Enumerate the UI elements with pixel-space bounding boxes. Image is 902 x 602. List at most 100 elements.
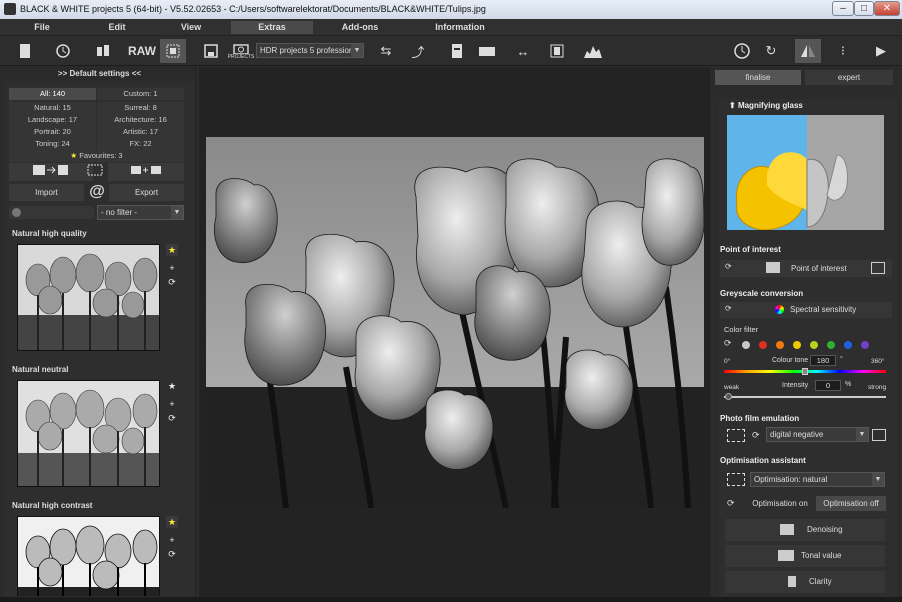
tone-input[interactable]: 180 xyxy=(810,355,836,366)
favourite-star-icon[interactable]: ★ xyxy=(166,244,178,256)
presentation-icon[interactable] xyxy=(476,39,498,63)
redo-icon[interactable]: ↻ xyxy=(760,39,782,63)
batch-icon[interactable] xyxy=(92,39,114,63)
reset-icon[interactable]: ⟳ xyxy=(725,304,732,313)
color-filter-swatch[interactable] xyxy=(793,341,801,349)
count-custom[interactable]: Custom: 1 xyxy=(97,88,184,100)
film-select[interactable]: digital negative ▼ xyxy=(766,427,869,442)
history-icon[interactable] xyxy=(52,39,74,63)
add-icon[interactable]: + xyxy=(166,534,178,546)
optimisation-on-button[interactable]: Optimisation on xyxy=(749,497,811,511)
add-icon[interactable]: + xyxy=(166,262,178,274)
spectral-row: ⟳ Spectral sensitivity xyxy=(720,302,892,318)
favourite-star-icon[interactable]: ★ xyxy=(166,516,178,528)
optimisation-off-button[interactable]: Optimisation off xyxy=(816,496,886,511)
frame-icon[interactable] xyxy=(766,262,780,273)
count-artistic[interactable]: Artistic: 17 xyxy=(97,126,184,138)
intensity-slider-track[interactable] xyxy=(724,396,886,398)
save-icon[interactable] xyxy=(200,39,222,63)
menu-addons[interactable]: Add-ons xyxy=(334,21,386,34)
refresh-icon[interactable]: ⟳ xyxy=(166,548,178,560)
filter-select[interactable]: - no filter - ▼ xyxy=(97,205,184,220)
settings-clock-icon[interactable] xyxy=(730,39,754,63)
preset-thumbnail[interactable] xyxy=(17,380,160,487)
target-icon[interactable] xyxy=(871,262,885,274)
tonal-value-button[interactable]: Tonal value xyxy=(725,545,885,567)
fullscreen-icon[interactable]: ▶ xyxy=(870,39,892,63)
color-filter-swatch[interactable] xyxy=(810,341,818,349)
search-input[interactable] xyxy=(9,206,94,219)
intensity-slider-thumb[interactable] xyxy=(725,393,732,400)
add-icon[interactable]: + xyxy=(166,398,178,410)
film-value: digital negative xyxy=(770,430,824,439)
color-filter-swatch[interactable] xyxy=(861,341,869,349)
tab-expert[interactable]: expert xyxy=(805,70,893,85)
star-icon: ★ xyxy=(70,151,78,160)
bracket-series-icon[interactable] xyxy=(160,39,186,63)
resize-icon[interactable]: ↔ xyxy=(512,39,534,63)
point-of-interest-label[interactable]: Point of interest xyxy=(791,264,847,273)
compare-icon[interactable] xyxy=(546,39,568,63)
count-all[interactable]: All: 140 xyxy=(9,88,96,100)
count-portrait[interactable]: Portrait: 20 xyxy=(9,126,96,138)
import-button[interactable]: Import xyxy=(9,184,84,201)
maximize-button[interactable]: □ xyxy=(854,1,874,16)
import-preset-icon[interactable] xyxy=(9,163,93,181)
color-filter-swatch[interactable] xyxy=(827,341,835,349)
color-filter-swatch[interactable] xyxy=(759,341,767,349)
default-settings-header[interactable]: >> Default settings << xyxy=(4,67,195,81)
color-filter-swatch[interactable] xyxy=(776,341,784,349)
count-fx[interactable]: FX: 22 xyxy=(97,138,184,150)
denoising-button[interactable]: Denoising xyxy=(725,519,885,541)
menu-view[interactable]: View xyxy=(174,21,208,34)
count-favourites[interactable]: ★ Favourites: 3 xyxy=(9,150,184,162)
refresh-icon[interactable]: ⟳ xyxy=(166,276,178,288)
email-at-button[interactable]: @ xyxy=(86,182,108,202)
optimisation-grid-icon[interactable] xyxy=(727,473,745,486)
close-button[interactable]: ✕ xyxy=(874,1,900,16)
new-file-icon[interactable] xyxy=(14,39,36,63)
export-button[interactable]: Export xyxy=(109,184,184,201)
film-info-icon[interactable] xyxy=(872,429,886,441)
spectral-label[interactable]: Spectral sensitivity xyxy=(790,305,856,314)
optimisation-select[interactable]: Optimisation: natural ▼ xyxy=(750,472,885,487)
print-icon[interactable] xyxy=(446,39,468,63)
raw-button[interactable]: RAW xyxy=(128,39,156,63)
main-photo[interactable] xyxy=(206,137,704,508)
menu-information[interactable]: Information xyxy=(430,21,490,34)
histogram-icon[interactable] xyxy=(582,39,604,63)
save-preset-icon[interactable] xyxy=(108,163,184,181)
count-natural[interactable]: Natural: 15 xyxy=(9,102,96,114)
export-arrows-icon[interactable]: ⇆ xyxy=(375,39,397,63)
hdr-projects-select[interactable]: HDR projects 5 professional ▼ xyxy=(256,43,364,58)
reset-icon[interactable]: ⟳ xyxy=(752,430,760,441)
count-toning[interactable]: Toning: 24 xyxy=(9,138,96,150)
preset-thumbnail[interactable] xyxy=(17,516,160,596)
color-filter-swatch[interactable] xyxy=(844,341,852,349)
menu-extras[interactable]: Extras xyxy=(231,21,313,34)
tab-finalise[interactable]: finalise xyxy=(715,70,801,85)
share-icon[interactable]: ⤴ xyxy=(407,39,429,63)
reset-icon[interactable]: ⟳ xyxy=(727,498,735,509)
intensity-input[interactable]: 0 xyxy=(815,380,841,391)
favourite-star-icon[interactable]: ★ xyxy=(166,380,178,392)
minimize-button[interactable]: – xyxy=(832,1,854,16)
tone-slider-thumb[interactable] xyxy=(802,368,808,375)
clarity-button[interactable]: Clarity xyxy=(725,571,885,593)
projects-icon[interactable]: PROJECTS xyxy=(228,39,254,63)
color-filter-swatch[interactable] xyxy=(742,341,750,349)
preset-thumbnail[interactable] xyxy=(17,244,160,351)
refresh-icon[interactable]: ⟳ xyxy=(166,412,178,424)
count-architecture[interactable]: Architecture: 16 xyxy=(97,114,184,126)
reset-icon[interactable]: ⟳ xyxy=(724,338,732,349)
dots-icon[interactable]: ⁝ xyxy=(832,39,854,63)
count-landscape[interactable]: Landscape: 17 xyxy=(9,114,96,126)
menu-edit[interactable]: Edit xyxy=(100,21,134,34)
split-view-icon[interactable] xyxy=(795,39,821,63)
magnifier-preview[interactable] xyxy=(727,115,884,230)
film-grid-icon[interactable] xyxy=(727,429,745,442)
menu-file[interactable]: File xyxy=(25,21,59,34)
reset-icon[interactable]: ⟳ xyxy=(725,262,732,271)
count-surreal[interactable]: Surreal: 8 xyxy=(97,102,184,114)
grid-export-icon[interactable] xyxy=(84,163,106,181)
